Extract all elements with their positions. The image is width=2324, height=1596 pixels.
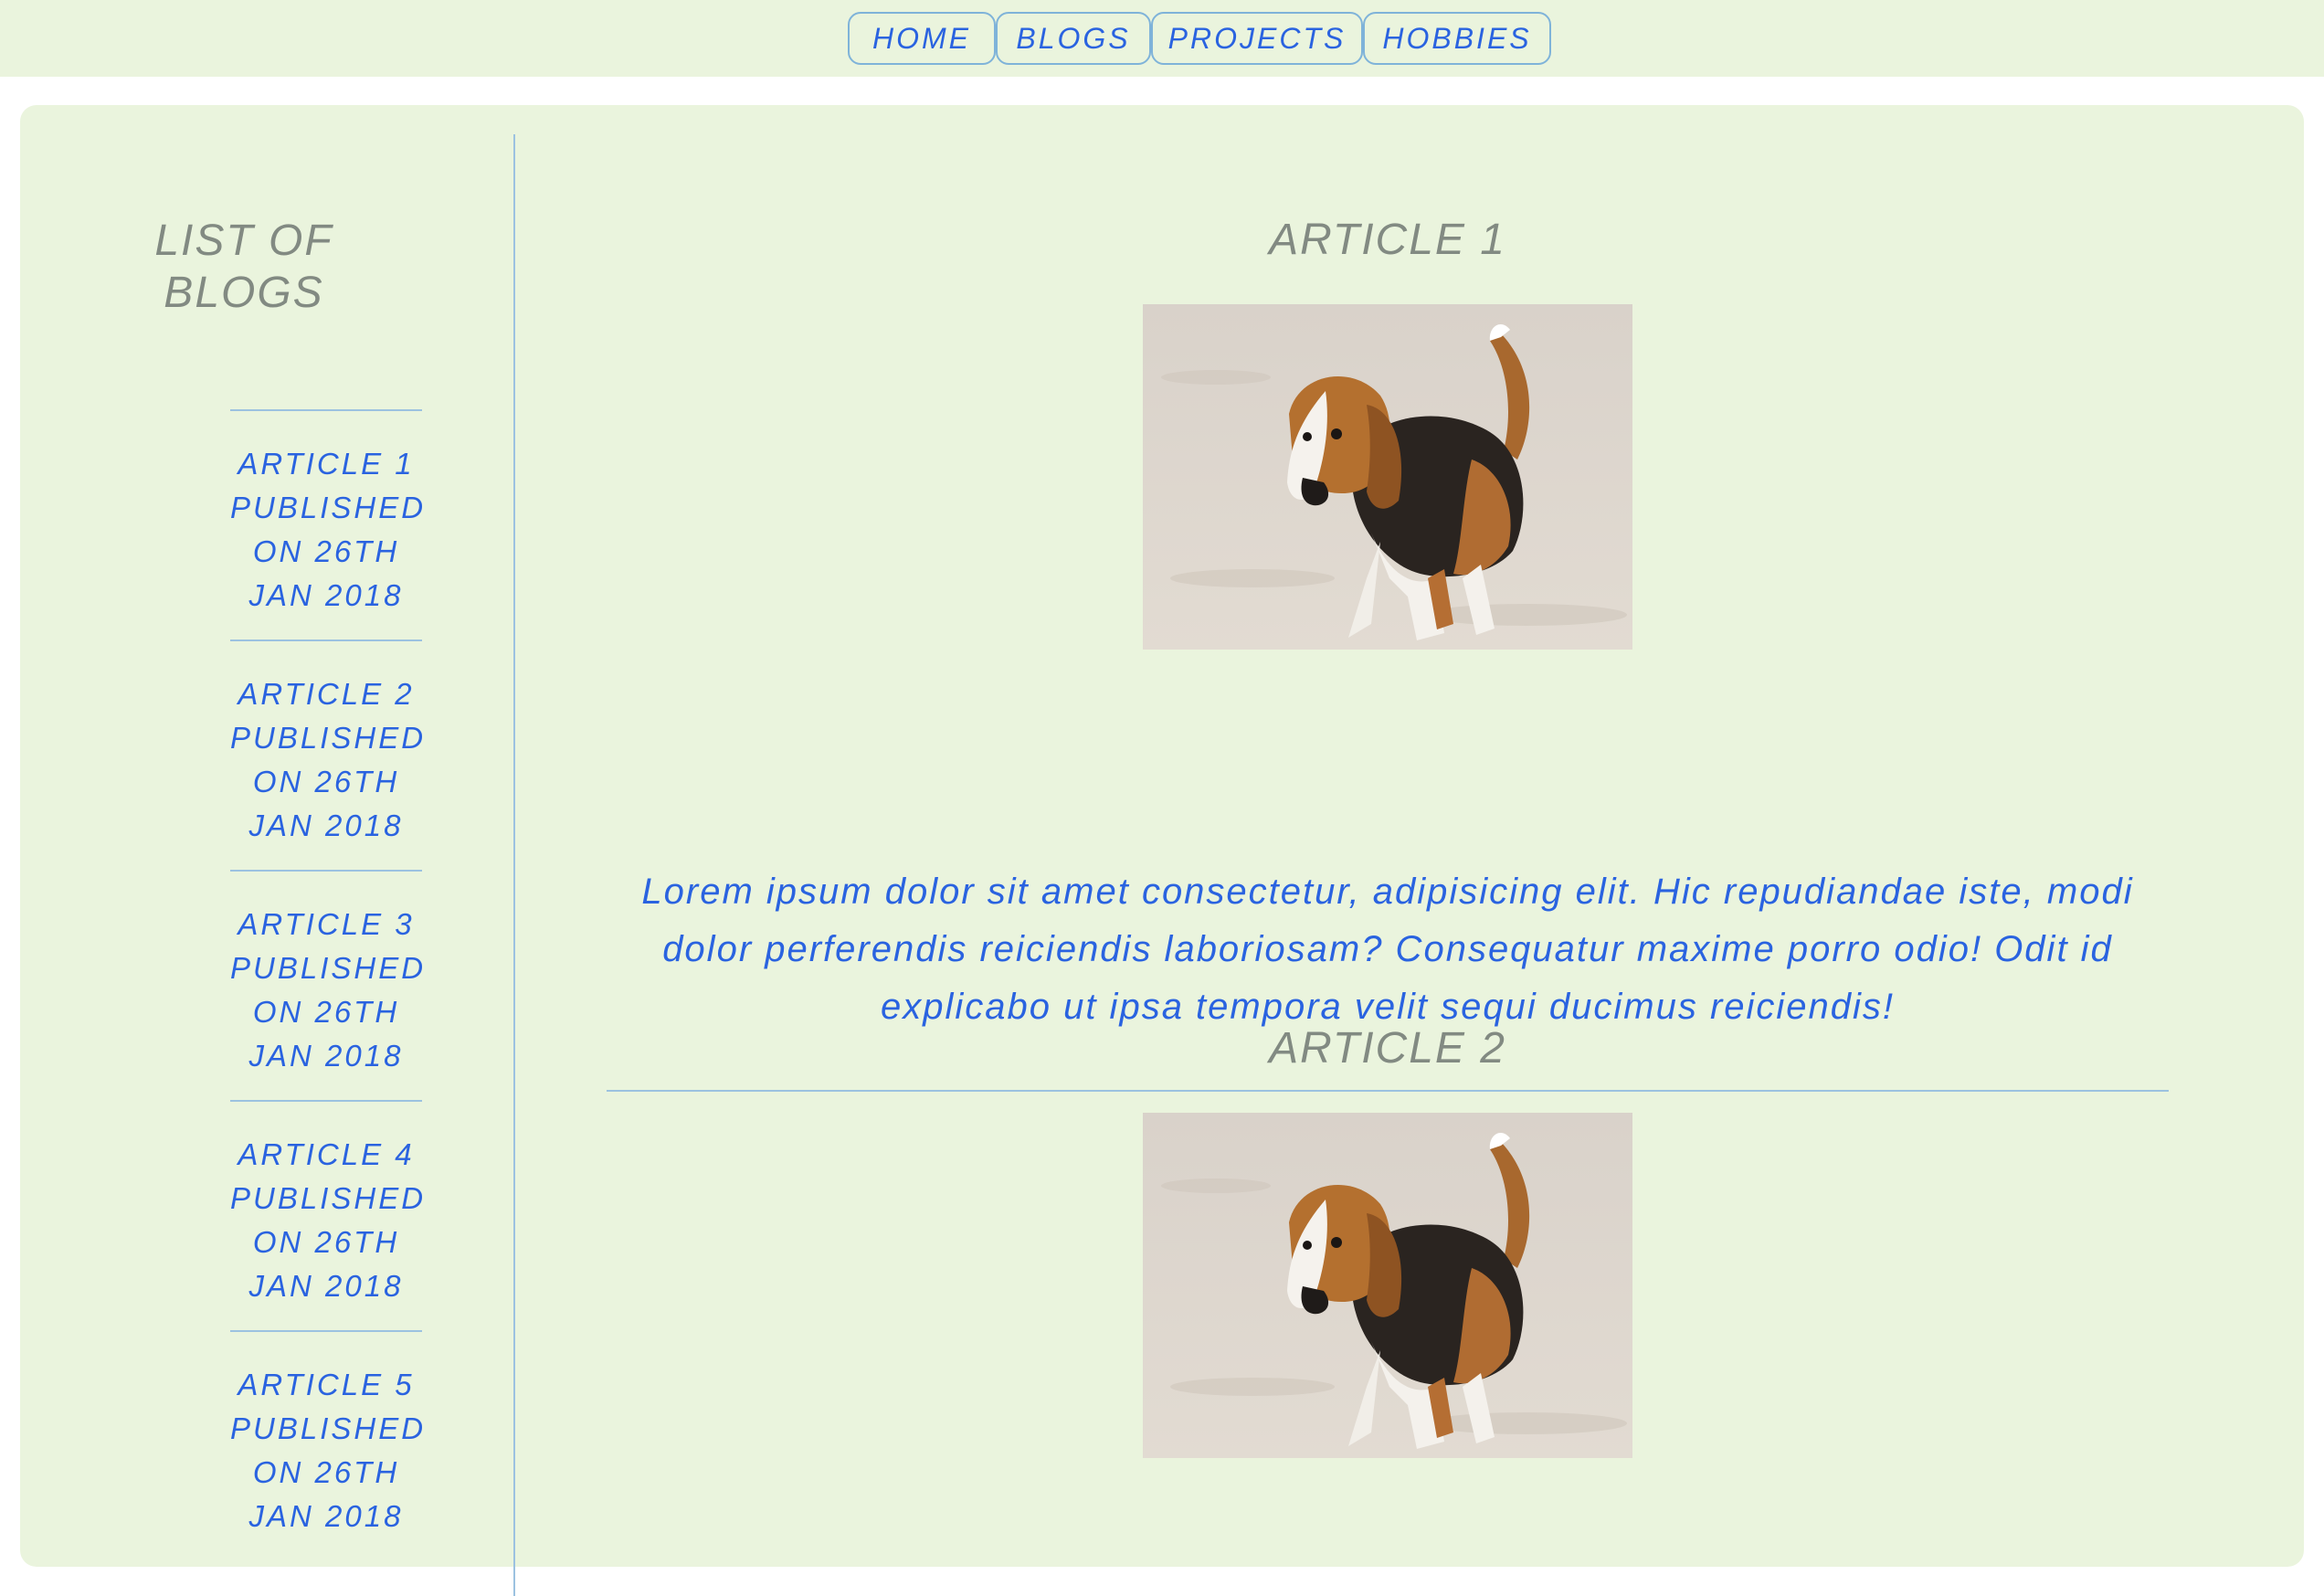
sidebar-title-line: BLOGS <box>164 269 324 317</box>
blog-item-title: ARTICLE 4 <box>238 1137 415 1171</box>
blog-item-date: JAN 2018 <box>248 578 404 612</box>
blog-item-date: PUBLISHED <box>230 1181 427 1215</box>
top-navigation-bar: HOME BLOGS PROJECTS HOBBIES <box>0 0 2324 77</box>
beagle-dog-image <box>1143 1113 1632 1458</box>
blog-item-title: ARTICLE 5 <box>238 1368 415 1401</box>
content-container: LIST OF BLOGS ARTICLE 1 PUBLISHED ON 26T… <box>20 105 2304 1596</box>
blog-item-date: JAN 2018 <box>248 809 404 842</box>
nav-home-link[interactable]: HOME <box>848 12 996 65</box>
blog-list: ARTICLE 1 PUBLISHED ON 26TH JAN 2018 ART… <box>230 409 427 1560</box>
nav-hobbies-link[interactable]: HOBBIES <box>1363 12 1551 65</box>
sidebar-title-line: LIST OF <box>154 217 333 265</box>
blog-list-item-article-1[interactable]: ARTICLE 1 PUBLISHED ON 26TH JAN 2018 <box>230 409 427 639</box>
blog-item-date: JAN 2018 <box>248 1039 404 1073</box>
blog-item-title: ARTICLE 1 <box>238 447 415 481</box>
nav-blogs-link[interactable]: BLOGS <box>996 12 1151 65</box>
blog-item-date: ON 26TH <box>252 765 400 798</box>
sidebar-title: LIST OF BLOGS <box>139 215 349 319</box>
blog-item-date: ON 26TH <box>252 995 400 1029</box>
sidebar-divider <box>513 134 515 1596</box>
article-title: ARTICLE 1 <box>1269 216 1506 264</box>
blog-item-date: ON 26TH <box>252 1455 400 1489</box>
blog-item-title: ARTICLE 3 <box>238 907 415 941</box>
beagle-dog-illustration <box>1143 1113 1632 1458</box>
article-divider <box>607 1090 2169 1092</box>
blog-item-date: PUBLISHED <box>230 491 427 524</box>
blog-item-title: ARTICLE 2 <box>238 677 415 711</box>
article-title-2: ARTICLE 2 <box>1269 1024 1506 1073</box>
blog-list-item-article-3[interactable]: ARTICLE 3 PUBLISHED ON 26TH JAN 2018 <box>230 870 427 1100</box>
blog-sidebar: LIST OF BLOGS ARTICLE 1 PUBLISHED ON 26T… <box>20 105 513 1567</box>
blog-item-date: ON 26TH <box>252 534 400 568</box>
blog-list-item-article-4[interactable]: ARTICLE 4 PUBLISHED ON 26TH JAN 2018 <box>230 1100 427 1330</box>
nav-projects-link[interactable]: PROJECTS <box>1151 12 1363 65</box>
blog-item-date: PUBLISHED <box>230 951 427 985</box>
blog-item-date: JAN 2018 <box>248 1269 404 1303</box>
blog-item-date: ON 26TH <box>252 1225 400 1259</box>
article-body-text: Lorem ipsum dolor sit amet consectetur, … <box>641 872 2134 1027</box>
blog-item-date: PUBLISHED <box>230 1411 427 1445</box>
blog-list-item-article-5[interactable]: ARTICLE 5 PUBLISHED ON 26TH JAN 2018 <box>230 1330 427 1560</box>
blog-list-item-article-2[interactable]: ARTICLE 2 PUBLISHED ON 26TH JAN 2018 <box>230 639 427 870</box>
blog-item-date: JAN 2018 <box>248 1499 404 1533</box>
beagle-dog-illustration <box>1143 304 1632 650</box>
main-nav: HOME BLOGS PROJECTS HOBBIES <box>848 12 1551 67</box>
blog-item-date: PUBLISHED <box>230 721 427 755</box>
beagle-dog-image <box>1143 304 1632 650</box>
